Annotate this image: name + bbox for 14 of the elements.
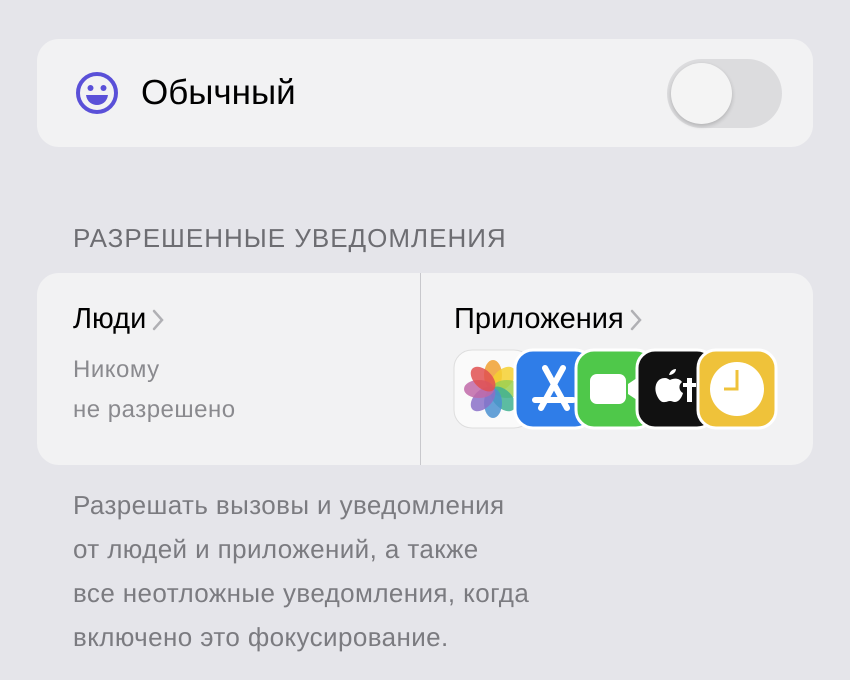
clock-icon bbox=[696, 348, 778, 430]
chevron-icon bbox=[152, 308, 164, 330]
people-link[interactable]: Люди bbox=[73, 303, 420, 336]
focus-title: Обычный bbox=[141, 73, 297, 113]
apps-link[interactable]: Приложения bbox=[454, 303, 813, 336]
chevron-icon bbox=[630, 308, 642, 330]
people-status: не разрешено bbox=[73, 395, 237, 425]
section-header: РАЗРЕШЕННЫЕ УВЕДОМЛЕНИЯ bbox=[73, 223, 508, 255]
smiley-icon bbox=[75, 71, 119, 115]
people-status: Никому bbox=[73, 355, 161, 385]
footer-text: включено это фокусирование. bbox=[73, 621, 450, 654]
footer-text: все неотложные уведомления, когда bbox=[73, 577, 530, 610]
footer-text: от людей и приложений, а также bbox=[73, 533, 480, 566]
footer-text: Разрешать вызовы и уведомления bbox=[73, 489, 506, 522]
